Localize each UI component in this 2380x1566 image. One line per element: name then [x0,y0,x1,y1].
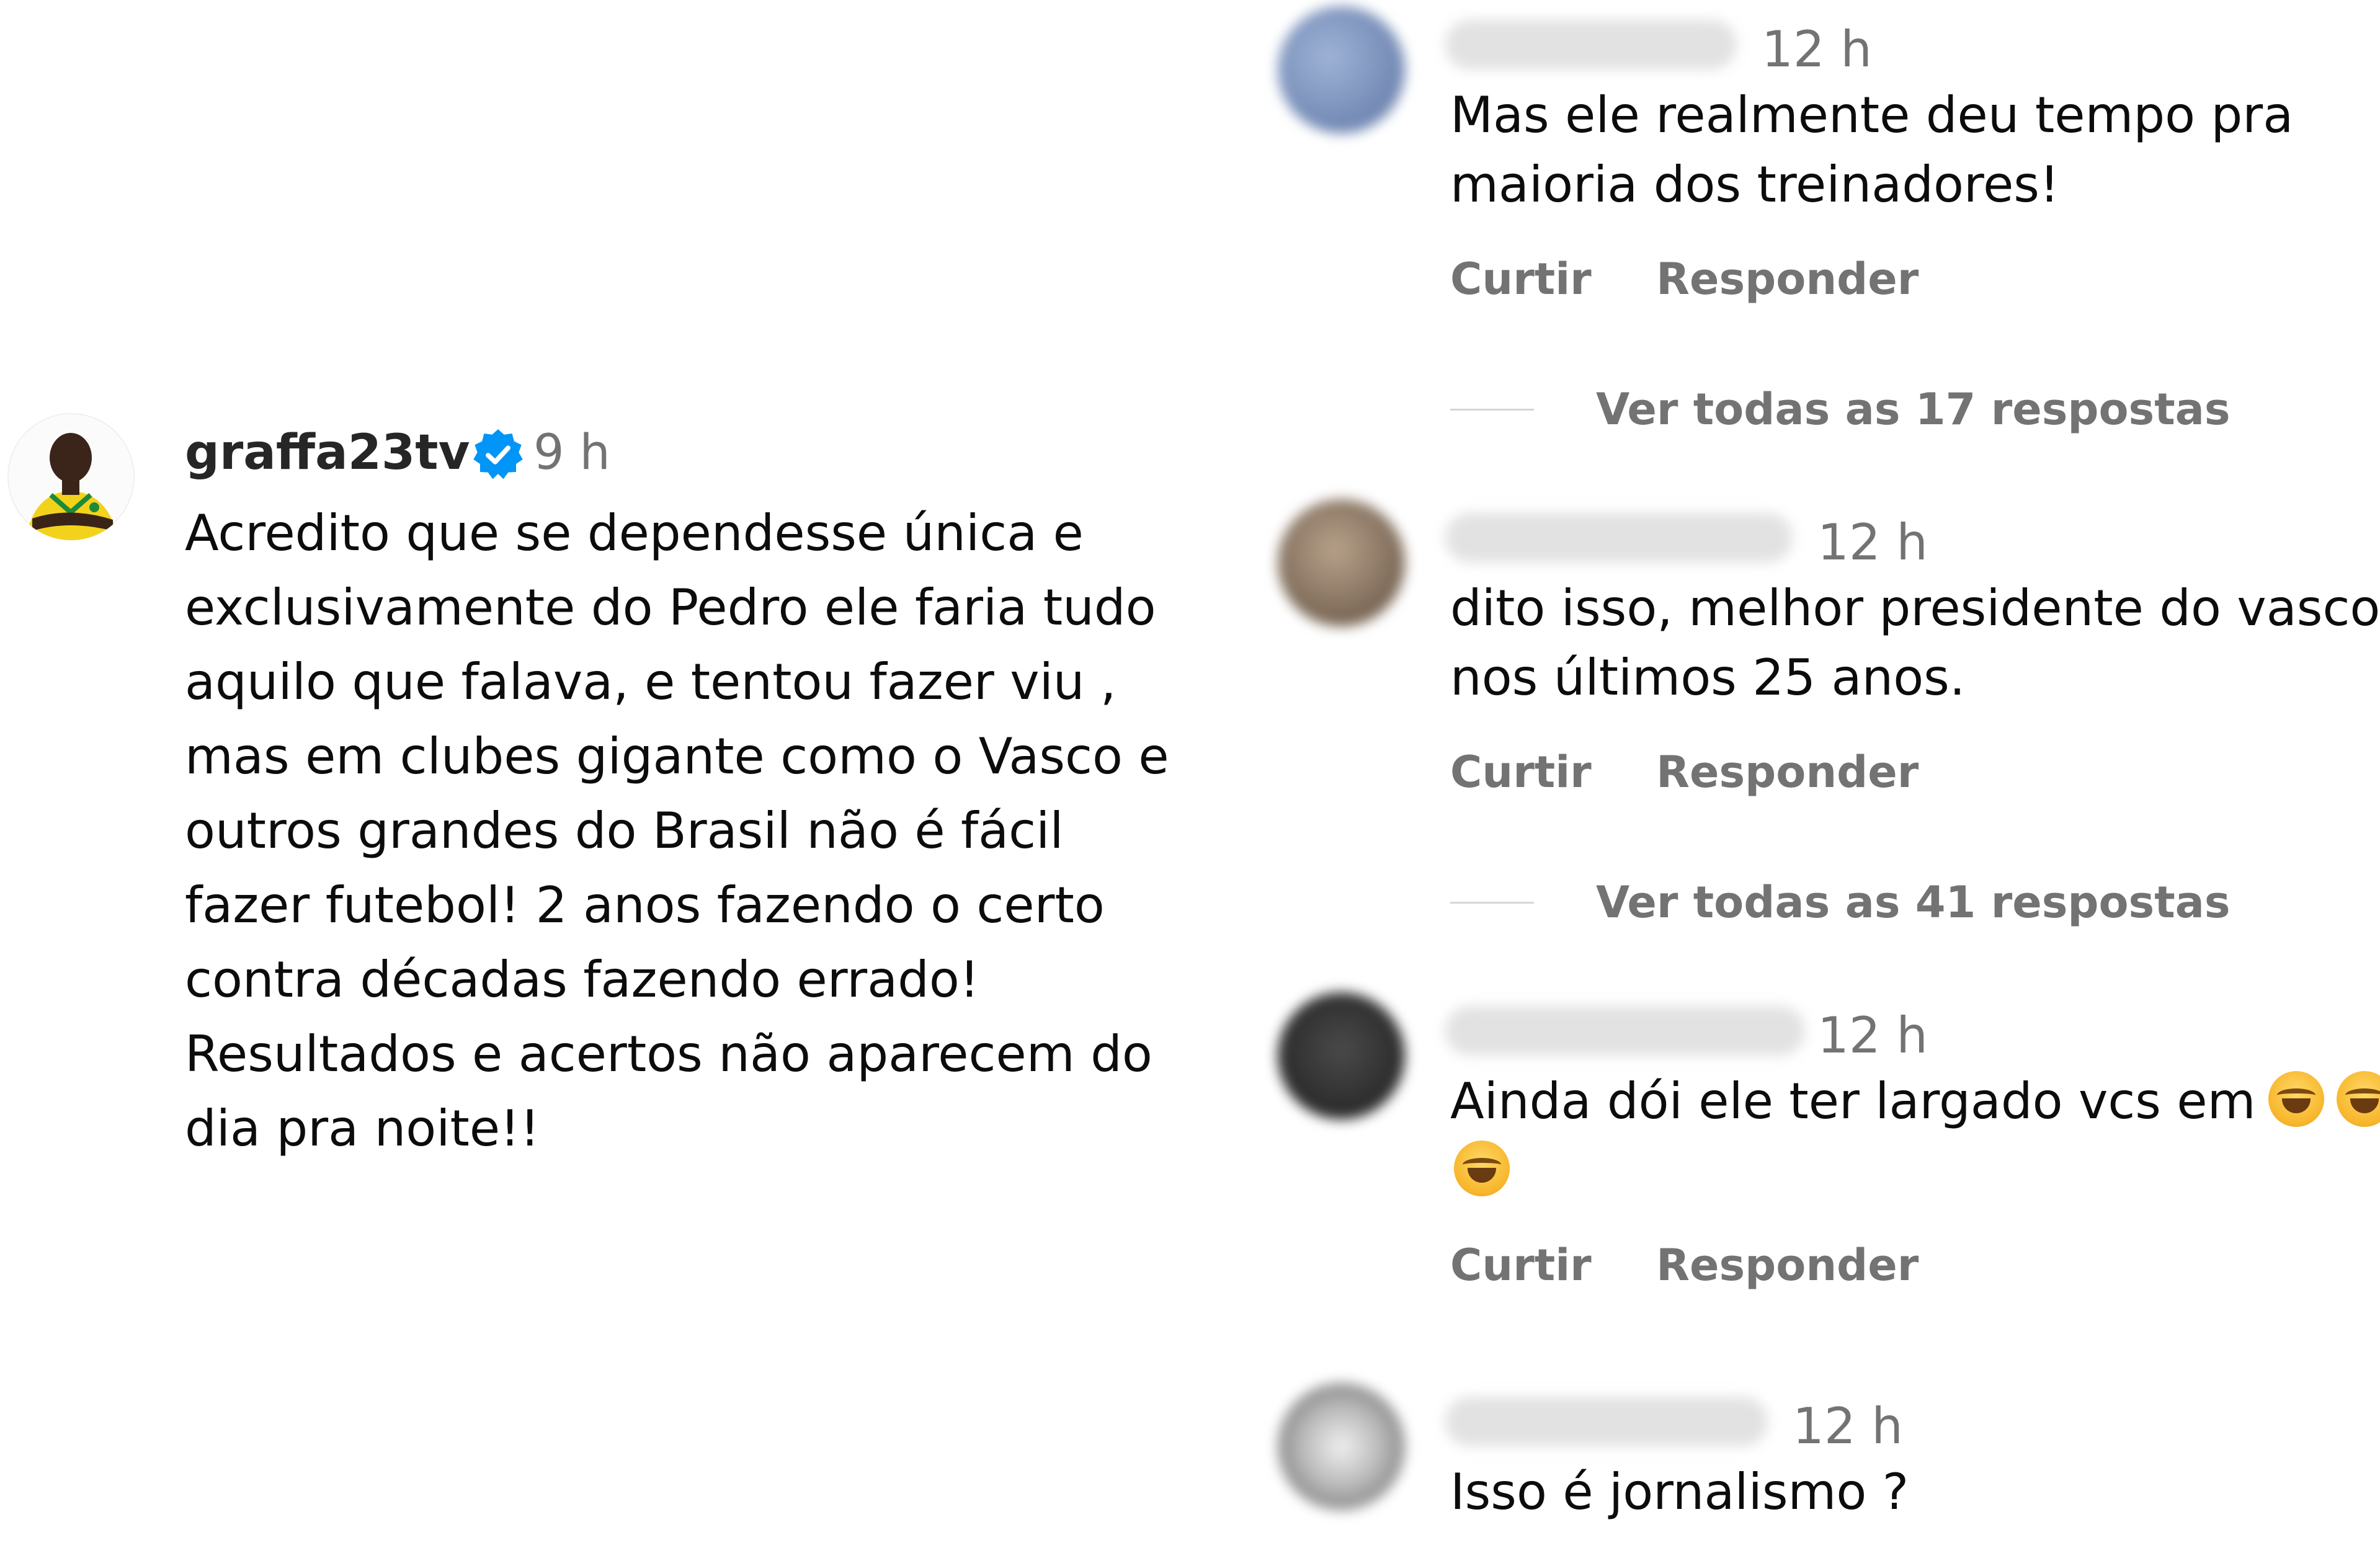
like-button[interactable]: Curtir [1450,1240,1592,1291]
reply-text: dito isso, melhor presidente do vasco no… [1450,574,2380,713]
main-comment-line: aquilo que falava, e tentou fazer viu , [185,653,1116,711]
reply-button[interactable]: Responder [1656,1240,1919,1291]
reply-line-text: Ainda dói ele ter largado vcs em [1450,1072,2256,1130]
divider-line [1450,408,1534,411]
view-all-replies-label: Ver todas as 41 respostas [1596,877,2231,928]
blurred-username[interactable] [1445,1397,1768,1446]
reply-line: dito isso, melhor presidente do vasco [1450,579,2380,637]
like-button[interactable]: Curtir [1450,254,1592,305]
main-comment-line: mas em clubes gigante como o Vasco e [185,727,1169,785]
main-comment-line: outros grandes do Brasil não é fácil [185,802,1064,860]
reply-actions: Curtir Responder [1450,248,1968,310]
tears-of-joy-emoji-icon [2268,1071,2324,1127]
main-comment-line: Acredito que se dependesse única e [185,504,1084,562]
main-comment-line: exclusivamente do Pedro ele faria tudo [185,579,1156,636]
reply-item: 12 h dito isso, melhor presidente do vas… [1265,499,2380,847]
reply-timestamp: 12 h [1793,1397,1903,1455]
main-comment-text: Acredito que se dependesse única e exclu… [185,496,1239,1166]
main-comment-username[interactable]: graffa23tv [185,422,470,484]
blurred-avatar-icon[interactable] [1278,6,1405,133]
reply-line: Ainda dói ele ter largado vcs em [1450,1067,2380,1136]
reply-timestamp: 12 h [1817,514,1928,571]
blurred-username[interactable] [1445,513,1793,563]
reply-timestamp: 12 h [1817,1007,1928,1064]
like-button[interactable]: Curtir [1450,747,1592,798]
user-avatar-icon [9,414,133,540]
reply-actions: Curtir Responder [1450,1234,1968,1296]
blurred-avatar-icon[interactable] [1278,992,1405,1119]
blurred-username[interactable] [1445,1006,1805,1056]
reply-button[interactable]: Responder [1656,747,1919,798]
view-all-replies-button[interactable]: Ver todas as 17 respostas [1450,378,2231,440]
main-comment-timestamp: 9 h [533,425,610,481]
reply-line [1450,1136,2380,1206]
main-comment-avatar[interactable] [7,413,135,540]
reply-text: Ainda dói ele ter largado vcs em [1450,1067,2380,1206]
verified-badge-icon [471,428,525,481]
main-comment-line: contra décadas fazendo errado! [185,951,979,1008]
tears-of-joy-emoji-icon [2336,1071,2380,1127]
reply-item: 12 h Mas ele realmente deu tempo pra mai… [1265,6,2380,354]
reply-line: Isso é jornalismo ? [1450,1463,1909,1521]
reply-text: Isso é jornalismo ? [1450,1457,2380,1527]
tears-of-joy-emoji-icon [1454,1141,1510,1196]
blurred-avatar-icon[interactable] [1278,1383,1405,1510]
main-comment-line: dia pra noite!! [185,1100,540,1157]
blurred-username[interactable] [1445,20,1737,69]
reply-button[interactable]: Responder [1656,254,1919,305]
reply-actions: Curtir Responder [1450,741,1968,803]
blurred-avatar-icon[interactable] [1278,499,1405,626]
reply-item: 12 h Isso é jornalismo ? [1265,1383,2380,1566]
divider-line [1450,901,1534,904]
main-comment-line: Resultados e acertos não aparecem do [185,1025,1152,1083]
view-all-replies-button[interactable]: Ver todas as 41 respostas [1450,871,2231,933]
reply-item: 12 h Ainda dói ele ter largado vcs em Cu… [1265,992,2380,1340]
reply-line: Mas ele realmente deu tempo pra [1450,86,2294,144]
main-comment: graffa23tv 9 h Acredito que se dependess… [0,0,1241,1566]
reply-line: maioria dos treinadores! [1450,156,2060,213]
reply-timestamp: 12 h [1762,20,1872,78]
main-comment-line: fazer futebol! 2 anos fazendo o certo [185,876,1105,934]
reply-text: Mas ele realmente deu tempo pra maioria … [1450,81,2380,220]
view-all-replies-label: Ver todas as 17 respostas [1596,384,2231,435]
reply-line: nos últimos 25 anos. [1450,649,1966,706]
